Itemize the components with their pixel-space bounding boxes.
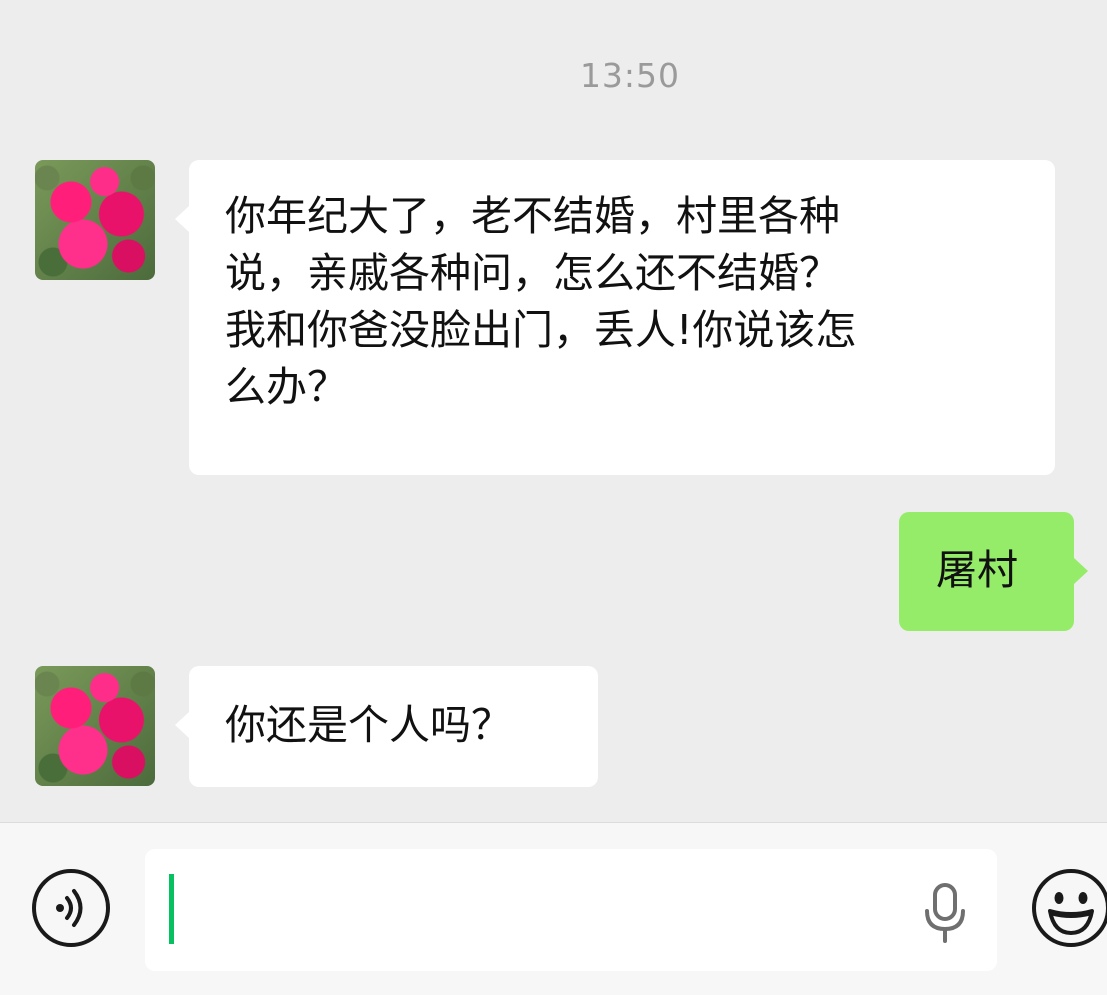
microphone-icon[interactable] (923, 883, 967, 943)
contact-avatar[interactable] (35, 666, 155, 786)
message-line: 么办？ (225, 363, 348, 411)
input-bar (0, 822, 1107, 995)
incoming-message-bubble[interactable]: 你还是个人吗？ (175, 666, 598, 787)
message-timestamp: 13:50 (579, 56, 681, 95)
message-input[interactable] (145, 849, 997, 971)
text-caret (169, 874, 174, 944)
message-line: 屠村 (936, 546, 1018, 594)
contact-avatar[interactable] (35, 160, 155, 280)
voice-wave-icon[interactable] (32, 869, 110, 947)
outgoing-message-bubble[interactable]: 屠村 (899, 512, 1088, 631)
smiley-face-icon[interactable] (1030, 867, 1107, 949)
chat-area: 13:50 你年纪大了，老不结婚，村里各种 说，亲戚各种问，怎么还不结婚？ 我和… (0, 0, 1107, 822)
message-line: 我和你爸没脸出门，丢人!你说该怎 (225, 306, 857, 354)
message-line: 你年纪大了，老不结婚，村里各种 (225, 192, 840, 240)
message-line: 说，亲戚各种问，怎么还不结婚？ (225, 249, 840, 297)
incoming-message-bubble[interactable]: 你年纪大了，老不结婚，村里各种 说，亲戚各种问，怎么还不结婚？ 我和你爸没脸出门… (175, 160, 1055, 475)
message-line: 你还是个人吗？ (225, 701, 512, 749)
